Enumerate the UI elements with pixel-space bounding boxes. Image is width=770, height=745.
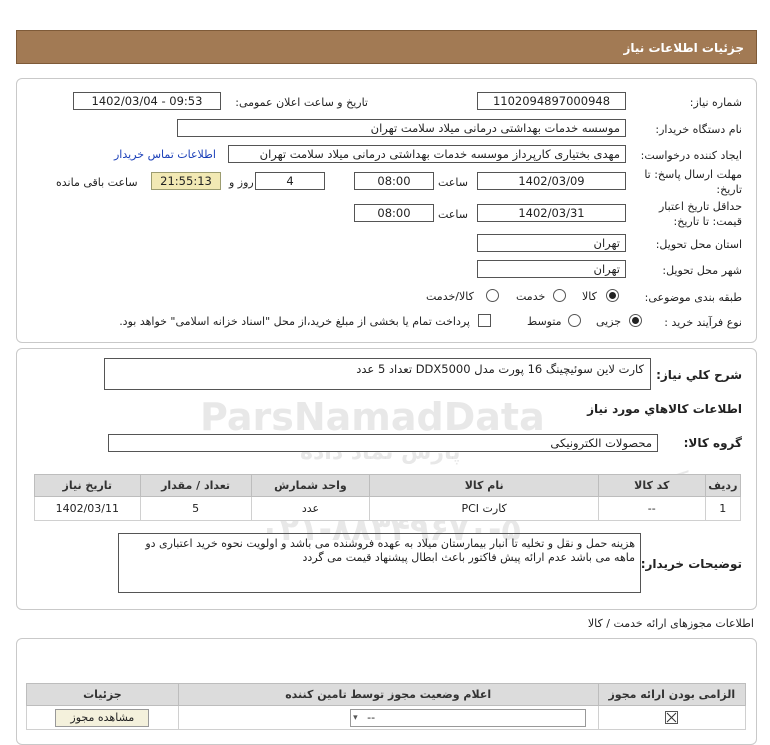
permit-status-value: -- <box>367 710 376 724</box>
category-option-both: کالا/خدمت <box>426 290 474 303</box>
category-option-service: خدمت <box>516 290 546 303</box>
permit-status-cell: ▾ -- <box>177 705 599 730</box>
deadline-time-label: ساعت <box>438 176 468 189</box>
permits-title: اطلاعات مجوزهای ارائه خدمت / کالا <box>587 617 754 630</box>
goods-group-label: گروه کالا: <box>683 436 742 450</box>
cell-unit: عدد <box>250 496 371 521</box>
permit-col-status: اعلام وضعیت مجوز توسط تامین کننده <box>177 683 599 706</box>
summary-field: کارت لاین سوئیچینگ 16 پورت مدل DDX5000 ت… <box>104 358 651 390</box>
buyer-contact-link[interactable]: اطلاعات تماس خریدار <box>114 148 216 161</box>
permit-col-required: الزامی بودن ارائه مجوز <box>597 683 747 706</box>
city-label: شهر محل تحویل: <box>662 264 742 277</box>
view-permit-button[interactable]: مشاهده مجوز <box>55 708 150 727</box>
category-radio-goods[interactable] <box>606 289 619 302</box>
deadline-date-field: 1402/03/09 <box>477 172 626 190</box>
announce-field: 1402/03/04 - 09:53 <box>73 92 221 110</box>
cell-qty: 5 <box>139 496 252 521</box>
col-header-unit: واحد شمارش <box>250 474 371 497</box>
deadline-time-field: 08:00 <box>354 172 434 190</box>
table-row: 1 -- کارت PCI عدد 5 1402/03/11 <box>34 496 742 521</box>
process-option-medium: متوسط <box>527 315 562 328</box>
city-field: تهران <box>477 260 626 278</box>
category-label: طبقه بندی موضوعی: <box>644 291 742 304</box>
buyer-org-label: نام دستگاه خریدار: <box>655 123 742 136</box>
page-header: جزئیات اطلاعات نیاز <box>16 30 757 64</box>
treasury-payment-note: پرداخت تمام یا بخشی از مبلغ خرید،از محل … <box>119 315 470 328</box>
announce-label: تاریخ و ساعت اعلان عمومی: <box>235 96 368 109</box>
permit-status-select[interactable]: ▾ -- <box>350 708 587 727</box>
permit-required-checkbox-icon <box>665 711 679 725</box>
permits-table: الزامی بودن ارائه مجوز اعلام وضعیت مجوز … <box>26 683 747 730</box>
summary-label: شرح کلي نياز: <box>656 368 742 382</box>
col-header-date: تاریخ نیاز <box>34 474 141 497</box>
province-field: تهران <box>477 234 626 252</box>
deadline-label-2: تاریخ: <box>716 183 742 196</box>
validity-time-field: 08:00 <box>354 204 434 222</box>
days-label: روز و <box>229 176 254 189</box>
buyer-notes-label: توضیحات خریدار: <box>640 557 742 571</box>
permit-details-cell: مشاهده مجوز <box>26 705 179 730</box>
requester-field: مهدی بختیاری کارپرداز موسسه خدمات بهداشت… <box>228 145 626 163</box>
col-header-row: ردیف <box>704 474 742 497</box>
validity-date-field: 1402/03/31 <box>477 204 626 222</box>
remaining-time-field: 21:55:13 <box>151 172 221 190</box>
remaining-label: ساعت باقی مانده <box>56 176 138 189</box>
page-title: جزئیات اطلاعات نیاز <box>623 41 744 55</box>
validity-time-label: ساعت <box>438 208 468 221</box>
cell-name: کارت PCI <box>369 496 599 521</box>
permit-row: ▾ -- مشاهده مجوز <box>26 705 747 730</box>
province-label: استان محل تحویل: <box>655 238 742 251</box>
cell-code: -- <box>597 496 706 521</box>
cell-row: 1 <box>704 496 742 521</box>
treasury-payment-checkbox[interactable] <box>478 314 491 327</box>
col-header-code: کد کالا <box>597 474 706 497</box>
category-option-goods: کالا <box>582 290 597 303</box>
cell-date: 1402/03/11 <box>34 496 141 521</box>
permit-required-cell <box>597 705 747 730</box>
goods-table: ردیف کد کالا نام کالا واحد شمارش تعداد /… <box>34 474 742 521</box>
process-label: نوع فرآیند خرید : <box>664 316 742 329</box>
buyer-notes-field: هزینه حمل و نقل و تخلیه تا انبار بیمارست… <box>118 533 641 593</box>
category-radio-both[interactable] <box>486 289 499 302</box>
col-header-name: نام کالا <box>369 474 599 497</box>
days-remaining-field: 4 <box>255 172 325 190</box>
process-radio-medium[interactable] <box>568 314 581 327</box>
need-number-label: شماره نیاز: <box>689 96 742 109</box>
requester-label: ایجاد کننده درخواست: <box>640 149 742 162</box>
process-radio-minor[interactable] <box>629 314 642 327</box>
deadline-label: مهلت ارسال پاسخ: تا <box>644 168 742 181</box>
col-header-qty: تعداد / مقدار <box>139 474 252 497</box>
permit-col-details: جزئیات <box>26 683 179 706</box>
validity-label-2: قیمت: تا تاریخ: <box>673 215 742 228</box>
process-option-minor: جزیی <box>596 315 622 328</box>
goods-section-title: اطلاعات کالاهاي مورد نياز <box>587 402 742 416</box>
goods-group-field: محصولات الکترونیکی <box>108 434 658 452</box>
buyer-org-field: موسسه خدمات بهداشتی درمانی میلاد سلامت ت… <box>177 119 626 137</box>
validity-label: حداقل تاریخ اعتبار <box>658 200 742 213</box>
need-number-field: 1102094897000948 <box>477 92 626 110</box>
chevron-down-icon: ▾ <box>353 712 358 723</box>
category-radio-service[interactable] <box>553 289 566 302</box>
